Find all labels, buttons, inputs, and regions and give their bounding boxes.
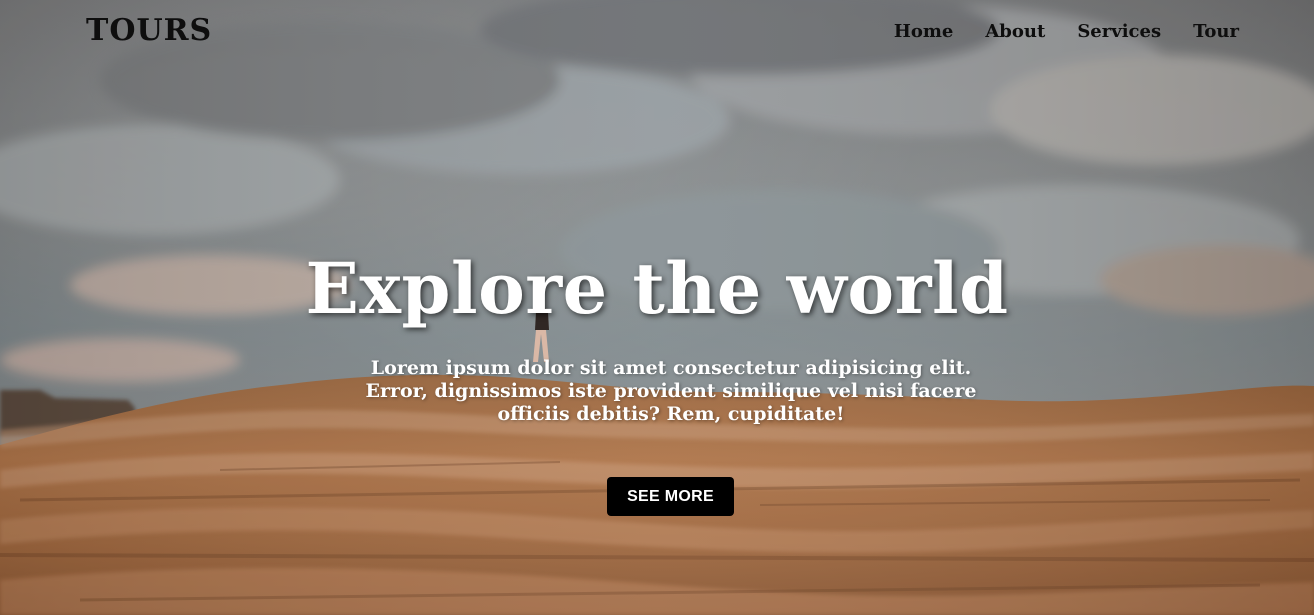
nav-link-home[interactable]: Home: [894, 18, 954, 46]
nav-link-about[interactable]: About: [985, 18, 1045, 46]
nav-links: Home About Services Tour: [894, 18, 1239, 46]
see-more-button[interactable]: SEE MORE: [607, 477, 734, 516]
hero-description: Lorem ipsum dolor sit amet consectetur a…: [365, 357, 977, 425]
top-navbar: TOURS Home About Services Tour: [0, 0, 1314, 64]
nav-link-tour[interactable]: Tour: [1193, 18, 1239, 46]
nav-link-services[interactable]: Services: [1077, 18, 1161, 46]
brand-logo[interactable]: TOURS: [86, 13, 212, 48]
hero-title: Explore the world: [305, 247, 1009, 330]
